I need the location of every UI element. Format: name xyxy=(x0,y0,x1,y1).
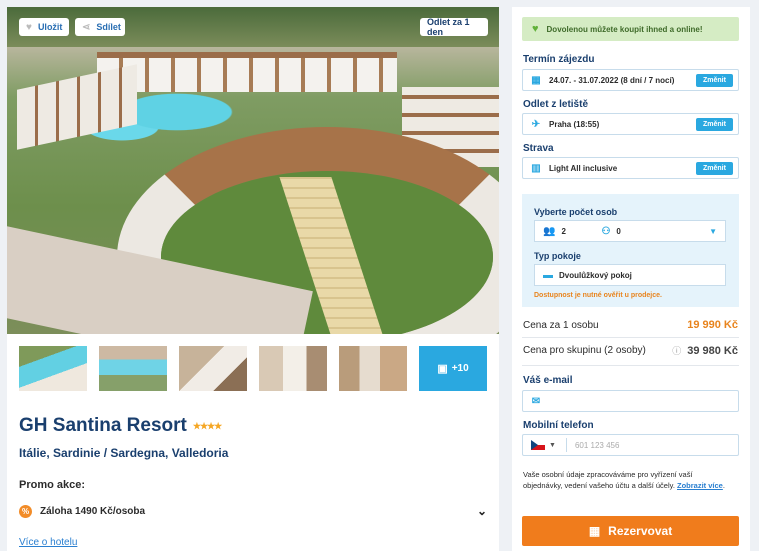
share-label: Sdílet xyxy=(96,22,121,32)
divider xyxy=(522,337,739,338)
email-label: Váš e-mail xyxy=(523,375,573,386)
email-icon: ✉ xyxy=(531,395,541,407)
gdpr-notice: Vaše osobní údaje zpracováváme pro vyříz… xyxy=(523,470,725,490)
persons-select[interactable]: 👥 2 ⚇ 0 ▼ xyxy=(534,220,726,242)
star-rating: ★★★★ xyxy=(192,420,222,431)
hotel-title: GH Santina Resort ★★★★ xyxy=(19,415,222,437)
airport-value: Praha (18:55) xyxy=(549,119,600,129)
promo-item[interactable]: % Záloha 1490 Kč/osoba ⌄ xyxy=(19,501,487,521)
adults-icon: 👥 xyxy=(543,225,556,237)
board-field: ▥ Light All inclusive Změnit xyxy=(522,157,739,179)
airport-label: Odlet z letiště xyxy=(523,99,589,110)
change-airport-button[interactable]: Změnit xyxy=(696,118,733,131)
photo-thumbnails: ▣ +10 xyxy=(19,346,487,391)
divider xyxy=(565,438,567,452)
caret-down-icon[interactable]: ▼ xyxy=(549,442,556,449)
phone-input[interactable]: ▼ 601 123 456 xyxy=(522,434,739,456)
change-term-button[interactable]: Změnit xyxy=(696,74,733,87)
share-icon: ⋖ xyxy=(82,21,91,33)
thumbnail[interactable] xyxy=(19,346,87,391)
bed-icon: ▬ xyxy=(543,269,553,281)
availability-note: Dostupnost je nutné ověřit u prodejce. xyxy=(534,292,662,299)
promo-label: Promo akce: xyxy=(19,479,86,491)
more-about-hotel-link[interactable]: Více o hotelu xyxy=(19,537,77,548)
price-per-person-value: 19 990 Kč xyxy=(687,319,738,331)
change-board-button[interactable]: Změnit xyxy=(696,162,733,175)
more-photos-button[interactable]: ▣ +10 xyxy=(419,346,487,391)
board-value: Light All inclusive xyxy=(549,163,618,173)
gallery-icon: ▣ xyxy=(437,363,448,375)
persons-section: Vyberte počet osob 👥 2 ⚇ 0 ▼ Typ pokoje … xyxy=(522,194,739,307)
more-photos-count: +10 xyxy=(451,363,469,374)
gdpr-text: Vaše osobní údaje zpracováváme pro vyříz… xyxy=(523,470,693,490)
email-input[interactable]: ✉ xyxy=(522,390,739,412)
info-icon[interactable]: ⓘ xyxy=(672,344,681,357)
phone-label: Mobilní telefon xyxy=(523,420,594,431)
price-per-person: Cena za 1 osobu 19 990 Kč xyxy=(523,319,738,331)
airport-field: ✈ Praha (18:55) Změnit xyxy=(522,113,739,135)
save-label: Uložit xyxy=(37,22,63,32)
reserve-button[interactable]: ▦ Rezervovat xyxy=(522,516,739,546)
photo-building xyxy=(17,64,137,150)
children-count: 0 xyxy=(616,226,621,236)
adults-count: 2 xyxy=(561,226,566,236)
price-group-label: Cena pro skupinu (2 osoby) xyxy=(523,345,646,356)
chevron-down-icon: ⌄ xyxy=(476,504,487,518)
photo-building xyxy=(97,52,397,92)
room-select[interactable]: ▬ Dvoulůžkový pokoj xyxy=(534,264,726,286)
hotel-card: ♥ Uložit ⋖ Sdílet Odlet za 1 den ▣ +10 G… xyxy=(7,7,499,551)
online-purchase-notice: ♥ Dovolenou můžete koupit ihned a online… xyxy=(522,17,739,41)
children-icon: ⚇ xyxy=(601,225,611,237)
price-per-person-label: Cena za 1 osobu xyxy=(523,319,599,331)
percent-icon: % xyxy=(19,504,32,518)
save-button[interactable]: ♥ Uložit xyxy=(19,18,69,36)
term-field: ▦ 24.07. - 31.07.2022 (8 dní / 7 nocí) Z… xyxy=(522,69,739,91)
caret-down-icon: ▼ xyxy=(709,226,717,236)
heart-icon: ♥ xyxy=(532,23,539,35)
booking-panel: ♥ Dovolenou můžete koupit ihned a online… xyxy=(512,7,750,551)
calendar-icon: ▦ xyxy=(531,74,541,86)
plane-icon: ✈ xyxy=(531,118,541,130)
persons-label: Vyberte počet osob xyxy=(534,207,618,217)
price-group: Cena pro skupinu (2 osoby) ⓘ 39 980 Kč xyxy=(523,344,738,357)
heart-icon: ♥ xyxy=(26,21,32,33)
room-label: Typ pokoje xyxy=(534,251,581,261)
promo-text: Záloha 1490 Kč/osoba xyxy=(40,505,146,517)
food-icon: ▥ xyxy=(531,162,541,174)
thumbnail[interactable] xyxy=(259,346,327,391)
price-group-value: 39 980 Kč xyxy=(687,344,738,357)
term-label: Termín zájezdu xyxy=(523,54,595,65)
gdpr-more-link[interactable]: Zobrazit více xyxy=(677,481,723,490)
calendar-icon: ▦ xyxy=(588,524,601,538)
phone-placeholder: 601 123 456 xyxy=(574,440,620,450)
thumbnail[interactable] xyxy=(99,346,167,391)
divider xyxy=(522,365,739,366)
term-value: 24.07. - 31.07.2022 (8 dní / 7 nocí) xyxy=(549,75,675,85)
departure-badge: Odlet za 1 den xyxy=(420,17,488,37)
room-value: Dvoulůžkový pokoj xyxy=(559,270,632,280)
czech-flag-icon[interactable] xyxy=(531,440,545,450)
reserve-label: Rezervovat xyxy=(608,524,673,538)
board-label: Strava xyxy=(523,143,554,154)
notice-text: Dovolenou můžete koupit ihned a online! xyxy=(546,24,703,34)
hotel-name: GH Santina Resort xyxy=(19,415,187,436)
thumbnail[interactable] xyxy=(339,346,407,391)
hotel-main-photo[interactable]: ♥ Uložit ⋖ Sdílet Odlet za 1 den xyxy=(7,7,499,334)
hotel-location: Itálie, Sardinie / Sardegna, Valledoria xyxy=(19,446,229,460)
thumbnail[interactable] xyxy=(179,346,247,391)
share-button[interactable]: ⋖ Sdílet xyxy=(75,18,125,36)
